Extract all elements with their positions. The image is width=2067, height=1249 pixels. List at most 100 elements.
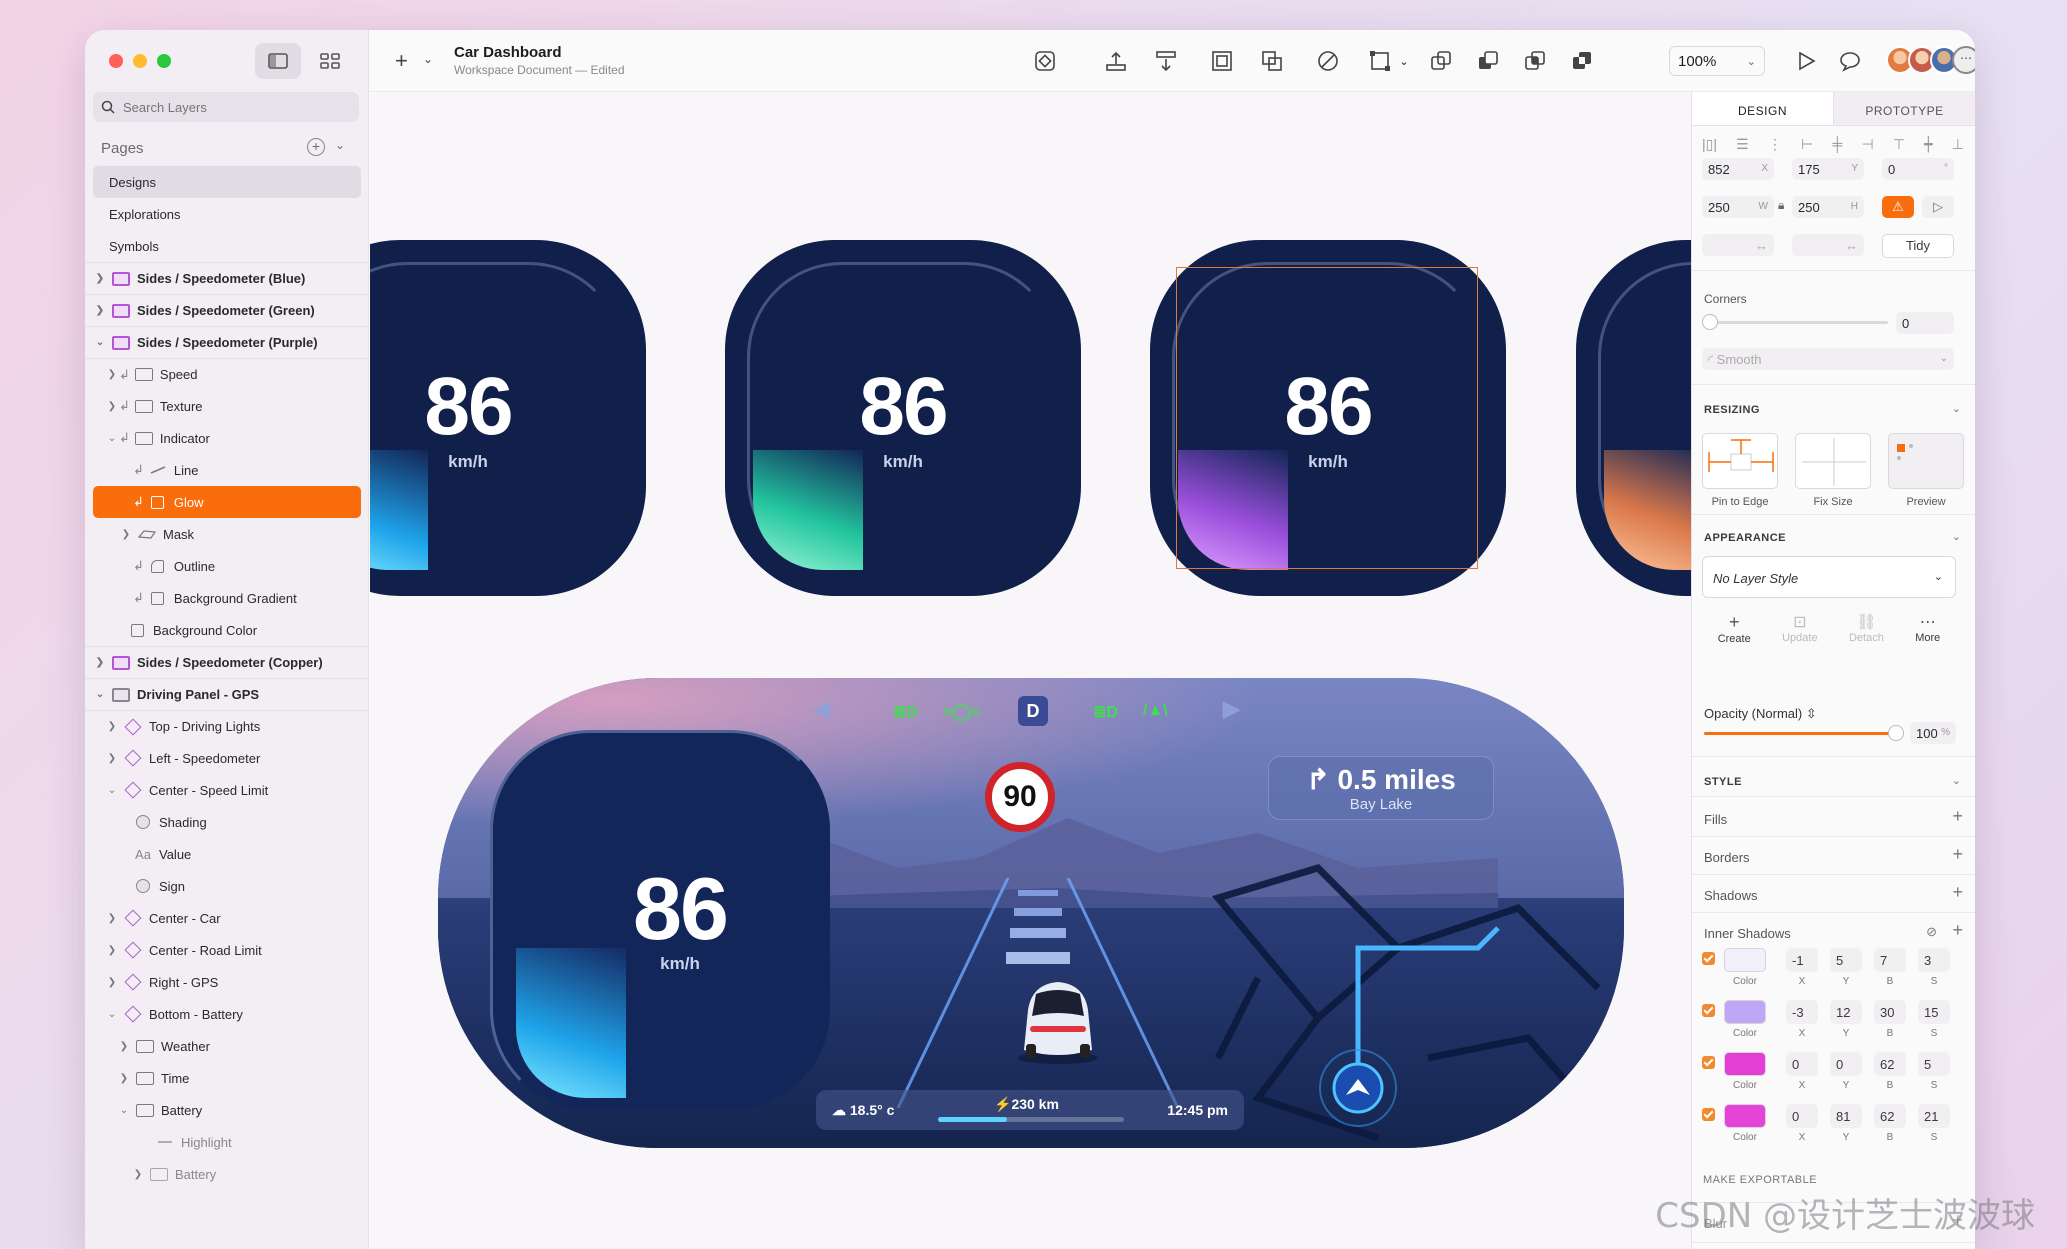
layer-search[interactable] [93, 92, 359, 122]
layer-row[interactable]: ❯ Right - GPS [85, 966, 369, 998]
layer-row[interactable]: Aa Value [85, 838, 369, 870]
flip-horizontal-button[interactable]: ⚠︎ [1882, 196, 1914, 218]
layer-row[interactable]: Highlight [85, 1126, 369, 1158]
detach-style-button[interactable]: ⛓︎ Detach [1849, 612, 1884, 645]
design-canvas[interactable]: 86 km/h 86 km/h 86 km/h 86 km/h ◀ ≣D ≡◯≡… [370, 92, 1691, 1249]
add-border-button[interactable]: + [1952, 844, 1963, 865]
speedometer-copper-artboard[interactable]: 86 km/h [1576, 240, 1691, 596]
layer-row[interactable]: ❯ ↲ Texture [85, 390, 369, 422]
shadow-s-field[interactable]: 21 [1918, 1104, 1950, 1128]
chevron-down-icon[interactable]: ⌄ [117, 1105, 131, 1116]
layer-row[interactable]: ❯ Sides / Speedometer (Green) [85, 294, 369, 326]
zoom-select[interactable]: 100% ⌄ [1669, 46, 1765, 76]
chevron-right-icon[interactable]: ❯ [105, 977, 119, 988]
page-item-designs[interactable]: Designs [93, 166, 361, 198]
opacity-field[interactable]: 100% [1910, 722, 1956, 744]
layer-row[interactable]: ❯ Sides / Speedometer (Blue) [85, 262, 369, 294]
create-style-button[interactable]: + Create [1718, 612, 1751, 645]
pin-to-edge-option[interactable] [1702, 433, 1778, 489]
shadow-x-field[interactable]: 0 [1786, 1052, 1818, 1076]
group-button[interactable] [1211, 50, 1233, 72]
speedometer-blue-artboard[interactable]: 86 km/h [370, 240, 646, 596]
shadow-s-field[interactable]: 5 [1918, 1052, 1950, 1076]
subtract-button[interactable] [1477, 50, 1499, 72]
tab-design[interactable]: DESIGN [1692, 92, 1834, 125]
layer-row[interactable]: ↲ Outline [85, 550, 369, 582]
shadow-b-field[interactable]: 62 [1874, 1052, 1906, 1076]
layer-row[interactable]: ❯ Top - Driving Lights [85, 710, 369, 742]
align-left-icon[interactable]: ⊢ [1801, 136, 1813, 153]
shadow-b-field[interactable]: 62 [1874, 1104, 1906, 1128]
align-bottom-icon[interactable]: ⊥ [1952, 136, 1964, 153]
chevron-down-icon[interactable]: ⌄ [93, 689, 107, 700]
shadow-x-field[interactable]: -1 [1786, 948, 1818, 972]
horizontal-spacing-field[interactable]: ↔ [1702, 234, 1774, 256]
chevron-right-icon[interactable]: ❯ [117, 1041, 131, 1052]
edit-button[interactable] [1317, 50, 1339, 72]
layer-row[interactable]: ⌄ Center - Speed Limit [85, 774, 369, 806]
close-window-button[interactable] [109, 54, 123, 68]
layer-row[interactable]: ⌄ Battery [85, 1094, 369, 1126]
preview-button[interactable] [1795, 50, 1817, 72]
align-middle-icon[interactable]: ┿ [1924, 136, 1932, 153]
create-symbol-button[interactable] [1034, 50, 1056, 72]
minimize-window-button[interactable] [133, 54, 147, 68]
distribute-horizontal-icon[interactable]: |▯| [1702, 136, 1717, 153]
chevron-down-icon[interactable]: ⌄ [105, 433, 119, 444]
chevron-down-icon[interactable]: ⌄ [105, 785, 119, 796]
chevron-right-icon[interactable]: ❯ [105, 913, 119, 924]
selection-bounds[interactable] [1176, 267, 1478, 569]
align-center-icon[interactable]: ╪ [1832, 136, 1842, 153]
layer-row[interactable]: Background Color [85, 614, 369, 646]
inner-shadow-checkbox[interactable] [1702, 1004, 1715, 1017]
zoom-window-button[interactable] [157, 54, 171, 68]
chevron-down-icon[interactable]: ⌄ [93, 337, 107, 348]
chevron-right-icon[interactable]: ❯ [93, 305, 107, 316]
layer-style-select[interactable]: No Layer Style ⌄ [1702, 556, 1956, 598]
y-field[interactable]: 175 Y [1792, 158, 1864, 180]
chevron-down-icon[interactable]: ⌄ [1952, 774, 1961, 787]
corners-slider[interactable] [1708, 321, 1888, 324]
forward-button[interactable] [1105, 50, 1127, 72]
speedometer-green-artboard[interactable]: 86 km/h [725, 240, 1081, 596]
chevron-down-icon[interactable]: ⌄ [1952, 530, 1961, 543]
sidebar-toggle-button[interactable] [255, 43, 301, 79]
layer-row[interactable]: ❯ Time [85, 1062, 369, 1094]
shadow-color-swatch[interactable] [1724, 1104, 1766, 1128]
more-collaborators-icon[interactable]: ⋯ [1952, 46, 1975, 74]
layer-row[interactable]: ❯ Center - Road Limit [85, 934, 369, 966]
fix-size-option[interactable] [1795, 433, 1871, 489]
corners-slider-handle[interactable] [1702, 314, 1718, 330]
corners-field[interactable]: 0 [1896, 312, 1954, 334]
page-item-explorations[interactable]: Explorations [85, 198, 369, 230]
page-item-symbols[interactable]: Symbols [85, 230, 369, 262]
backward-button[interactable] [1155, 50, 1177, 72]
chevron-right-icon[interactable]: ❯ [117, 1073, 131, 1084]
shadow-color-swatch[interactable] [1724, 948, 1766, 972]
layer-row[interactable]: ↲ Background Gradient [85, 582, 369, 614]
insert-button[interactable]: + [395, 48, 408, 74]
shadow-y-field[interactable]: 5 [1830, 948, 1862, 972]
layer-row[interactable]: ⌄ ↲ Indicator [85, 422, 369, 454]
layer-row[interactable]: ↲ Line [85, 454, 369, 486]
chevron-right-icon[interactable]: ❯ [105, 753, 119, 764]
intersect-button[interactable] [1524, 50, 1546, 72]
layer-row[interactable]: ❯ Weather [85, 1030, 369, 1062]
chevron-down-icon[interactable]: ⌄ [335, 138, 345, 152]
align-top-icon[interactable]: ⊤ [1893, 136, 1905, 153]
shadow-color-swatch[interactable] [1724, 1000, 1766, 1024]
layer-row[interactable]: ⌄ Sides / Speedometer (Purple) [85, 326, 369, 358]
inner-shadow-checkbox[interactable] [1702, 1056, 1715, 1069]
shadow-b-field[interactable]: 7 [1874, 948, 1906, 972]
update-style-button[interactable]: ⊡ Update [1782, 612, 1817, 645]
chevron-right-icon[interactable]: ❯ [105, 721, 119, 732]
more-icon[interactable]: ⋮ [1768, 136, 1782, 153]
add-shadow-button[interactable]: + [1952, 882, 1963, 903]
inner-shadow-checkbox[interactable] [1702, 952, 1715, 965]
chevron-right-icon[interactable]: ❯ [93, 273, 107, 284]
chevron-down-icon[interactable]: ⌄ [423, 52, 433, 66]
width-field[interactable]: 250 W [1702, 196, 1774, 218]
shadow-color-swatch[interactable] [1724, 1052, 1766, 1076]
lock-ratio-icon[interactable]: 🔒︎ [1778, 198, 1784, 213]
components-toggle-button[interactable] [307, 43, 353, 79]
